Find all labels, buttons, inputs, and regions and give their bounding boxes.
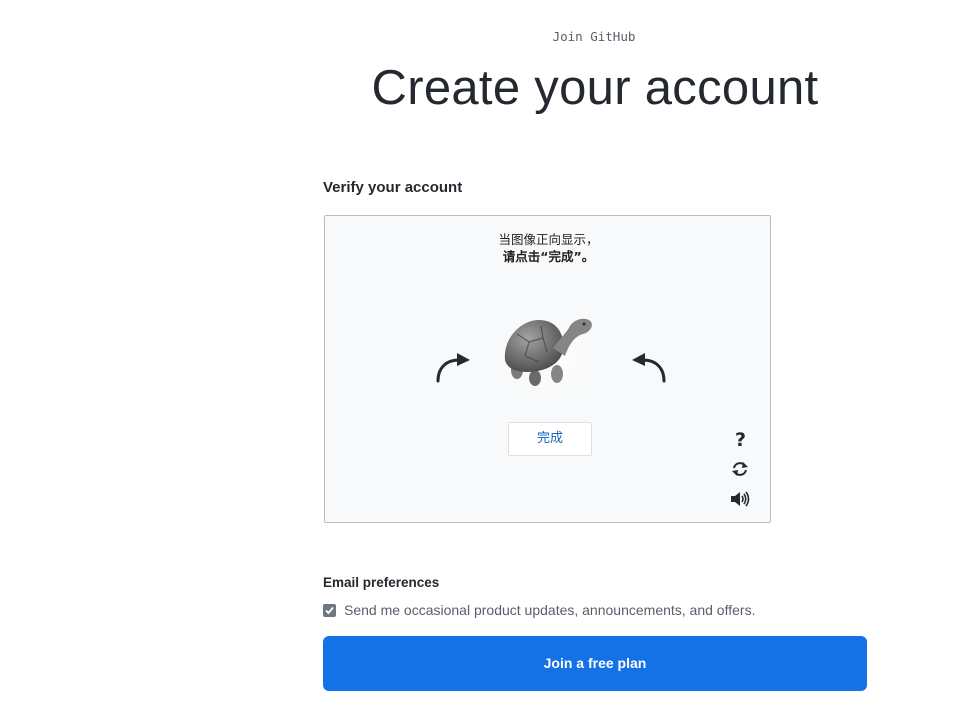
- speaker-icon: [731, 491, 750, 507]
- rotate-right-arrow-icon: [632, 353, 666, 383]
- rotate-right-button[interactable]: [629, 346, 669, 386]
- rotate-left-arrow-icon: [436, 353, 470, 383]
- page-title: Create your account: [371, 61, 819, 115]
- email-optin-checkbox[interactable]: [323, 603, 336, 617]
- captcha-image: [495, 304, 607, 404]
- email-optin-row: Send me occasional product updates, anno…: [323, 602, 755, 618]
- refresh-button[interactable]: [729, 458, 751, 480]
- refresh-icon: [732, 462, 748, 476]
- email-optin-label: Send me occasional product updates, anno…: [344, 602, 756, 618]
- question-mark-icon: ?: [735, 429, 746, 451]
- help-button[interactable]: ?: [729, 428, 751, 451]
- signup-page: Join GitHub Create your account Verify y…: [0, 0, 954, 720]
- audio-button[interactable]: [729, 488, 751, 510]
- captcha-done-button[interactable]: 完成: [508, 422, 592, 456]
- svg-text:?: ?: [735, 429, 746, 450]
- turtle-image: [499, 310, 603, 402]
- checkmark-icon: [325, 606, 334, 614]
- join-free-plan-button[interactable]: Join a free plan: [323, 636, 867, 691]
- captcha-instruction-line2: 请点击“完成”。: [502, 249, 595, 264]
- captcha-panel: 当图像正向显示， 请点击“完成”。 完成 ?: [324, 215, 771, 523]
- page-eyebrow: Join GitHub: [552, 29, 636, 44]
- rotate-left-button[interactable]: [433, 346, 473, 386]
- email-preferences-label: Email preferences: [323, 575, 440, 590]
- verify-section-label: Verify your account: [323, 179, 463, 196]
